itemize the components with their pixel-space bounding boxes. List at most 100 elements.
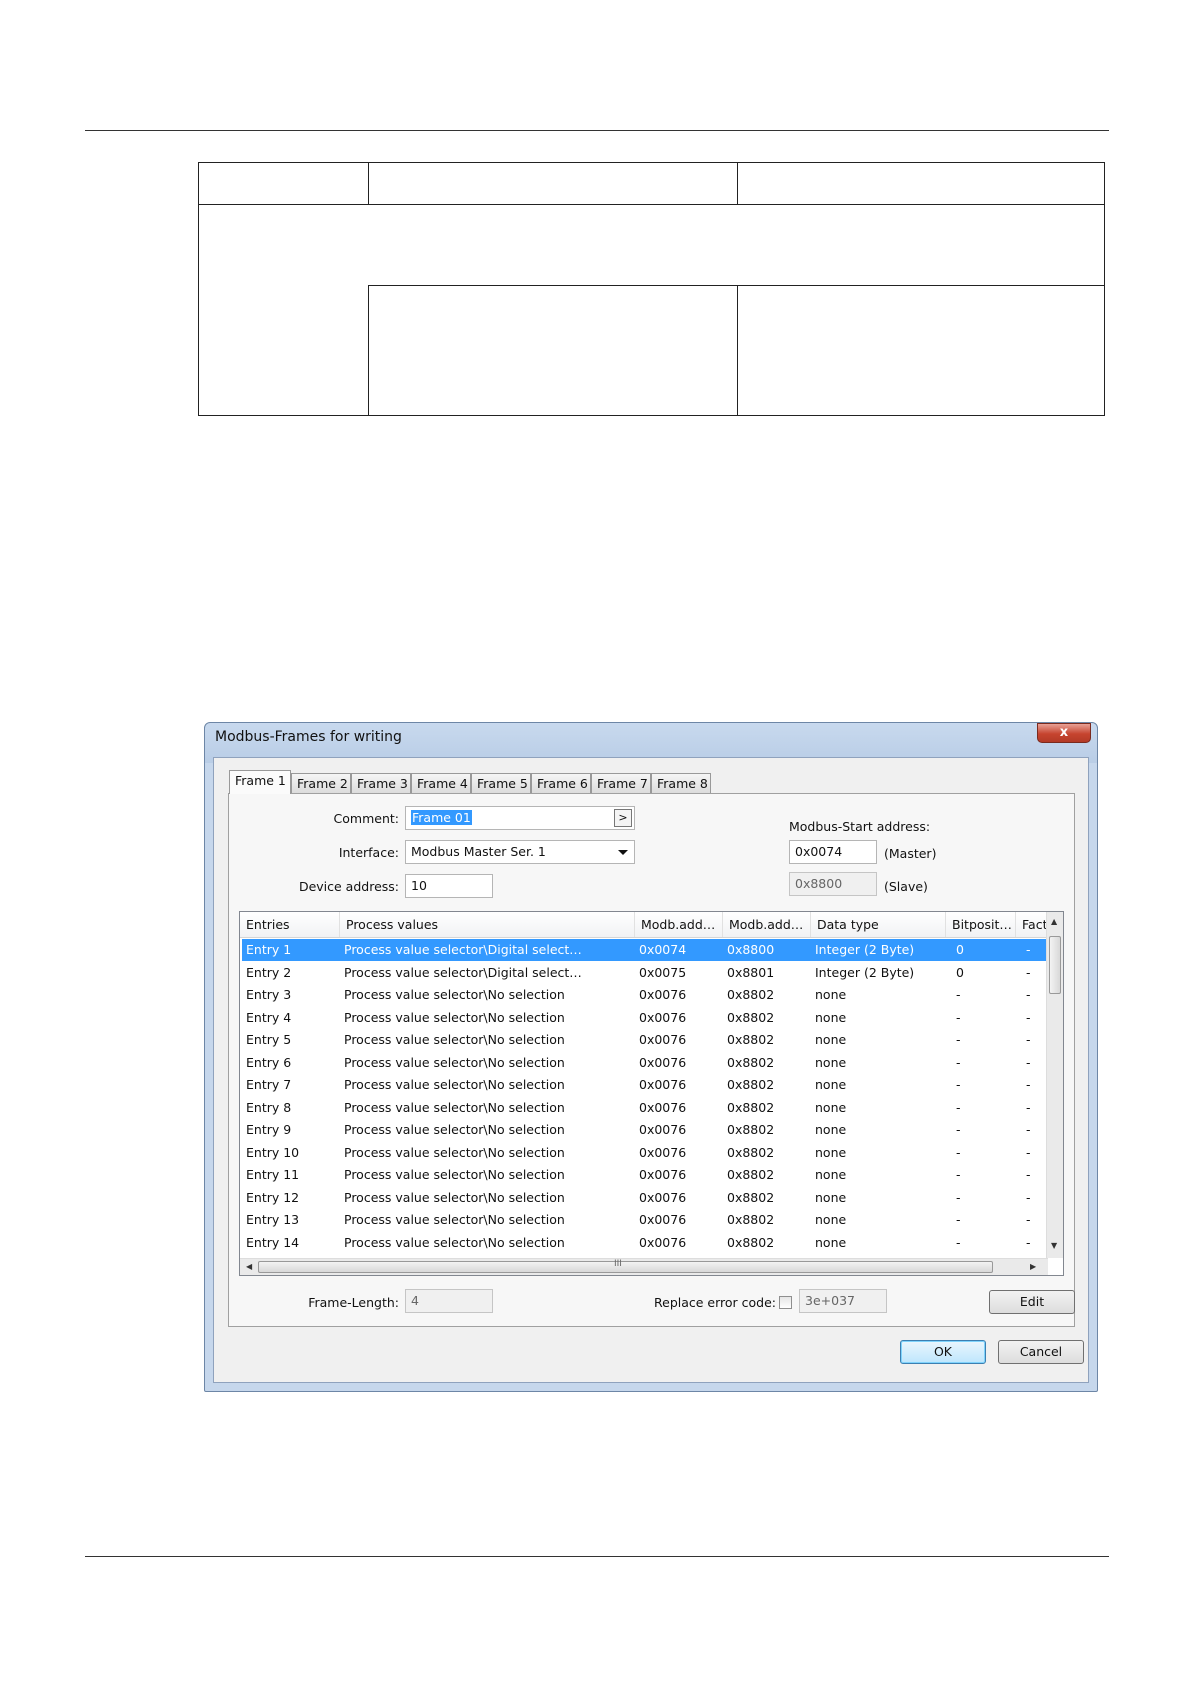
table-cell: 0x8801 [727, 964, 775, 980]
ok-button[interactable]: OK [900, 1340, 986, 1364]
master-address-field[interactable]: 0x0074 [789, 840, 877, 864]
column-header[interactable]: Data type [811, 912, 946, 937]
tab-frame-8[interactable]: Frame 8 [651, 773, 711, 793]
table-cell: Entry 5 [246, 1032, 292, 1047]
table-cell: 0x0076 [639, 1167, 687, 1182]
table-cell: Entry 2 [246, 964, 292, 980]
table-cell: - [1026, 1032, 1031, 1047]
table-cell: 0x0074 [639, 942, 687, 957]
table-line [368, 285, 369, 415]
table-cell: 0 [956, 942, 964, 957]
modbus-frames-dialog: Modbus-Frames for writing x Frame 1 Fram… [204, 722, 1098, 1392]
table-cell: Process value selector\No selection [344, 987, 565, 1002]
table-cell: Process value selector\No selection [344, 1189, 565, 1205]
table-row[interactable]: Entry 7 Process value selector\No selecti… [242, 1074, 1046, 1096]
tab-frame-4[interactable]: Frame 4 [411, 773, 471, 793]
table-row[interactable]: Entry 8 Process value selector\No selecti… [242, 1097, 1046, 1119]
replace-error-code-label: Replace error code: [654, 1295, 777, 1310]
horizontal-scrollbar[interactable]: ◀ III ▶ [240, 1258, 1048, 1275]
table-cell: 0x8802 [727, 1234, 775, 1250]
table-cell: Process value selector\No selection [344, 1234, 565, 1250]
table-cell: 0x8802 [727, 1099, 775, 1115]
table-row[interactable]: Entry 14 Process value selector\No select… [242, 1232, 1046, 1254]
column-header[interactable]: Bitposit… [946, 912, 1016, 937]
column-header[interactable]: Facto [1016, 912, 1048, 937]
table-row[interactable]: Entry 3 Process value selector\No selecti… [242, 984, 1046, 1006]
table-cell: none [815, 1189, 847, 1205]
tab-frame-7[interactable]: Frame 7 [591, 773, 651, 793]
table-row[interactable]: Entry 1 Process value selector\Digital se… [242, 939, 1046, 961]
table-cell: Integer (2 Byte) [815, 942, 915, 957]
table-cell: 0x8802 [727, 1032, 775, 1047]
table-cell: - [1026, 1099, 1031, 1115]
table-cell: Process value selector\Digital select… [344, 964, 582, 980]
interface-select[interactable]: Modbus Master Ser. 1 [405, 840, 635, 864]
table-cell: - [956, 1167, 961, 1182]
tab-frame-2[interactable]: Frame 2 [291, 773, 351, 793]
table-cell: 0x0076 [639, 1054, 687, 1070]
table-cell: - [1026, 1212, 1031, 1227]
table-cell: - [1026, 1054, 1031, 1070]
table-row[interactable]: Entry 6 Process value selector\No selecti… [242, 1052, 1046, 1074]
table-row[interactable]: Entry 2 Process value selector\Digital se… [242, 962, 1046, 984]
close-button[interactable]: x [1037, 723, 1091, 743]
table-cell: 0 [956, 964, 964, 980]
modbus-start-label: Modbus-Start address: [789, 819, 931, 834]
table-cell: none [815, 1077, 847, 1092]
footer-rule [85, 1556, 1109, 1557]
tab-frame-1[interactable]: Frame 1 [229, 770, 291, 794]
table-cell: 0x8802 [727, 1189, 775, 1205]
comment-expand-button[interactable]: > [614, 809, 632, 827]
table-cell: 0x8802 [727, 1122, 775, 1137]
table-line [368, 285, 1104, 286]
column-header[interactable]: Entries [240, 912, 340, 937]
table-cell: - [1026, 1144, 1031, 1160]
table-row[interactable]: Entry 12 Process value selector\No select… [242, 1187, 1046, 1209]
table-cell: - [1026, 964, 1031, 980]
table-cell: Process value selector\Digital select… [344, 942, 582, 957]
scroll-left-arrow-icon[interactable]: ◀ [246, 1263, 252, 1271]
tab-frame-3[interactable]: Frame 3 [351, 773, 411, 793]
interface-value: Modbus Master Ser. 1 [411, 844, 546, 859]
table-row[interactable]: Entry 5 Process value selector\No selecti… [242, 1029, 1046, 1051]
table-cell: Entry 8 [246, 1099, 292, 1115]
edit-button[interactable]: Edit [989, 1290, 1075, 1314]
table-cell: 0x0076 [639, 1144, 687, 1160]
scroll-down-arrow-icon[interactable]: ▼ [1051, 1242, 1057, 1250]
cancel-button[interactable]: Cancel [998, 1340, 1084, 1364]
table-cell: - [956, 1032, 961, 1047]
table-row[interactable]: Entry 10 Process value selector\No select… [242, 1142, 1046, 1164]
table-cell: Entry 10 [246, 1144, 300, 1160]
table-cell: - [1026, 1167, 1031, 1182]
table-cell: Entry 6 [246, 1054, 292, 1070]
table-cell: - [1026, 1077, 1031, 1092]
table-row[interactable]: Entry 13 Process value selector\No select… [242, 1209, 1046, 1231]
tab-frame-5[interactable]: Frame 5 [471, 773, 531, 793]
column-header[interactable]: Process values [340, 912, 635, 937]
table-cell: - [956, 1099, 961, 1115]
scroll-right-arrow-icon[interactable]: ▶ [1030, 1263, 1036, 1271]
device-address-label: Device address: [298, 879, 399, 894]
scroll-up-arrow-icon[interactable]: ▲ [1051, 918, 1057, 926]
tab-frame-6[interactable]: Frame 6 [531, 773, 591, 793]
vertical-scrollbar[interactable]: ▲ ▼ [1046, 912, 1063, 1258]
table-cell: 0x8802 [727, 1054, 775, 1070]
table-row[interactable]: Entry 4 Process value selector\No selecti… [242, 1007, 1046, 1029]
table-row[interactable]: Entry 11 Process value selector\No select… [242, 1164, 1046, 1186]
table-cell: Entry 14 [246, 1234, 300, 1250]
table-row[interactable]: Entry 9 Process value selector\No selecti… [242, 1119, 1046, 1141]
entries-table[interactable]: Entries Process values Modb.add… Modb.ad… [239, 911, 1064, 1276]
comment-field[interactable]: Frame 01 > [405, 806, 635, 830]
table-cell: - [1026, 1009, 1031, 1025]
table-header: Entries Process values Modb.add… Modb.ad… [240, 912, 1048, 938]
vertical-scroll-thumb[interactable] [1049, 936, 1061, 994]
horizontal-scroll-thumb[interactable]: III [258, 1259, 993, 1273]
replace-error-code-checkbox[interactable] [779, 1296, 792, 1309]
table-cell: Integer (2 Byte) [815, 964, 915, 980]
column-header[interactable]: Modb.add… [635, 912, 723, 937]
comment-value: Frame 01 [411, 810, 472, 825]
column-header[interactable]: Modb.add… [723, 912, 811, 937]
header-rule [85, 130, 1109, 131]
device-address-field[interactable]: 10 [405, 874, 493, 898]
table-cell: none [815, 1144, 847, 1160]
